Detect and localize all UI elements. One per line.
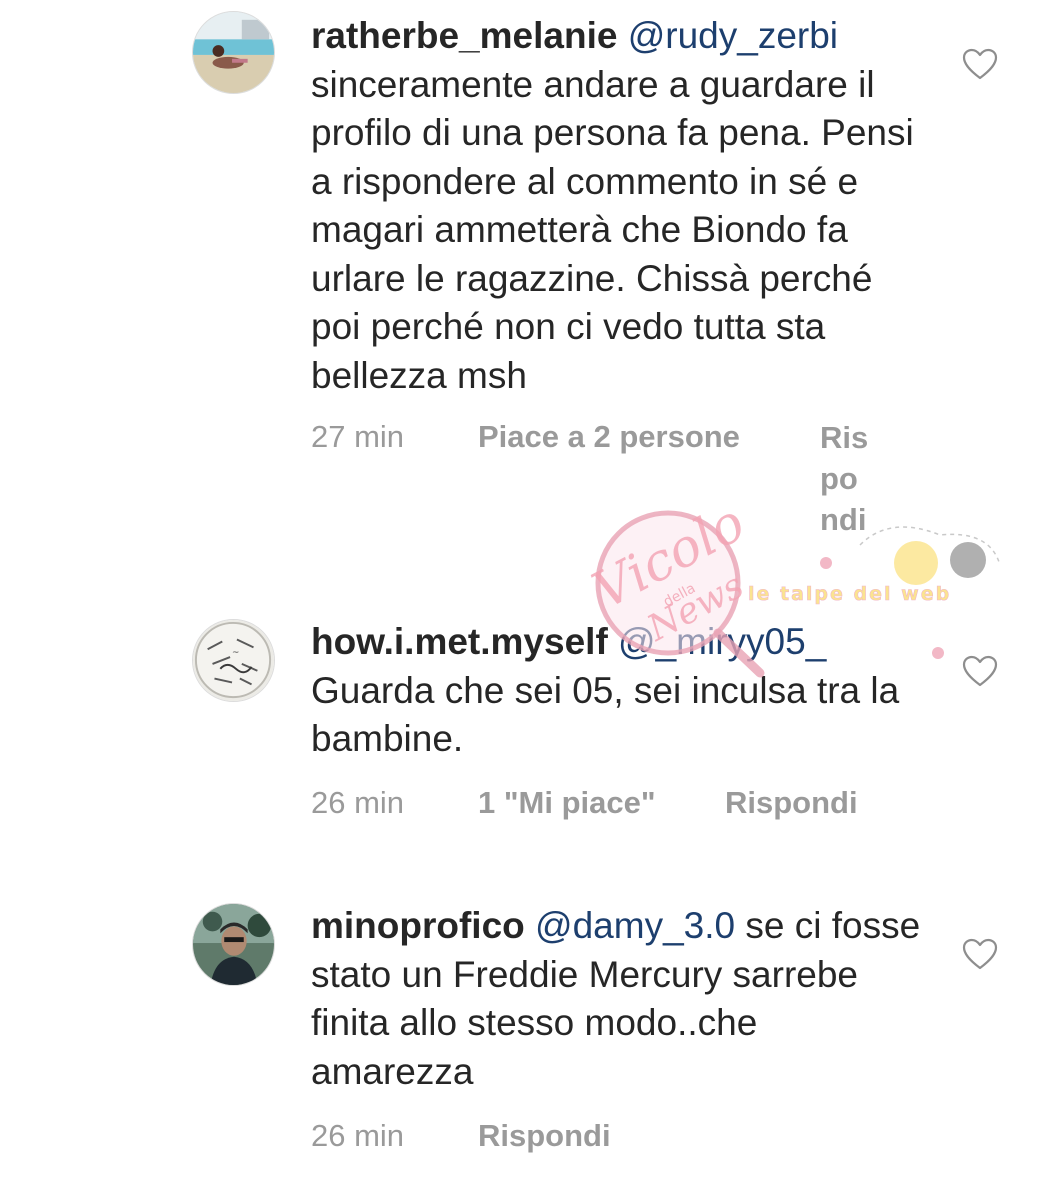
- mention-link[interactable]: @damy_3.0: [535, 905, 735, 946]
- avatar[interactable]: [192, 11, 275, 94]
- comment-body: Guarda che sei 05, sei inculsa tra la ba…: [311, 669, 900, 760]
- comment-text: minoprofico @damy_3.0 se ci fosse stato …: [311, 902, 921, 1096]
- comment-meta: 26 min: [311, 783, 404, 823]
- reply-label-part[interactable]: ndi: [820, 499, 890, 540]
- comment-text: how.i.met.myself @_miryy05_ Guarda che s…: [311, 618, 921, 764]
- comment-meta: 27 min: [311, 417, 404, 457]
- avatar[interactable]: [192, 903, 275, 986]
- likes-count-link[interactable]: Piace a 2 persone: [478, 417, 740, 457]
- avatar[interactable]: ~: [192, 619, 275, 702]
- comment-username[interactable]: ratherbe_melanie: [311, 15, 617, 56]
- watermark-logo-small: della: [661, 580, 698, 610]
- sketch-avatar-icon: ~: [193, 620, 274, 701]
- comment-time: 27 min: [311, 419, 405, 454]
- likes-count[interactable]: 1 "Mi piace": [478, 785, 656, 820]
- comment-meta: 26 min: [311, 1116, 404, 1156]
- beach-photo-avatar-icon: [193, 12, 274, 93]
- reply-button[interactable]: Rispondi: [478, 1116, 611, 1156]
- comment-username[interactable]: how.i.met.myself: [311, 621, 608, 662]
- mention-link[interactable]: @_miryy05_: [618, 621, 826, 662]
- like-heart-icon[interactable]: [962, 48, 998, 80]
- reply-button[interactable]: Ris po ndi: [820, 417, 890, 540]
- reply-label-part[interactable]: Ris: [820, 417, 890, 458]
- likes-count[interactable]: Piace a 2 persone: [478, 419, 740, 454]
- comment-username[interactable]: minoprofico: [311, 905, 525, 946]
- like-heart-icon[interactable]: [962, 655, 998, 687]
- comment-time: 26 min: [311, 785, 405, 820]
- like-heart-icon[interactable]: [962, 938, 998, 970]
- reply-label[interactable]: Rispondi: [725, 785, 858, 820]
- svg-text:~: ~: [232, 648, 239, 658]
- reply-button[interactable]: Rispondi: [725, 783, 858, 823]
- person-photo-avatar-icon: [193, 904, 274, 985]
- comment-body: sinceramente andare a guardare il profil…: [311, 63, 914, 396]
- comment-text: ratherbe_melanie @rudy_zerbi sincerament…: [311, 12, 921, 400]
- comment-time: 26 min: [311, 1118, 405, 1153]
- reply-label-part[interactable]: po: [820, 458, 890, 499]
- likes-count-link[interactable]: 1 "Mi piace": [478, 783, 656, 823]
- watermark-tagline: le talpe del web: [748, 583, 951, 605]
- reply-label[interactable]: Rispondi: [478, 1118, 611, 1153]
- mention-link[interactable]: @rudy_zerbi: [628, 15, 838, 56]
- watermark-logo-main: Vicolo: [584, 505, 755, 621]
